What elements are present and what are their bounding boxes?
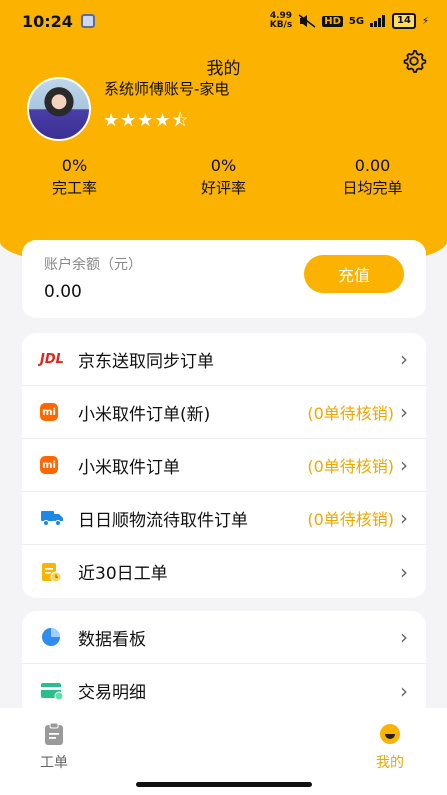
pie-chart-icon bbox=[42, 628, 60, 646]
tools-card: 数据看板 › 交易明细 › bbox=[22, 611, 426, 721]
stat-value: 0% bbox=[61, 156, 88, 175]
hd-badge: HD bbox=[322, 15, 343, 27]
pending-count: (0单待核销) bbox=[307, 457, 394, 476]
mute-icon bbox=[298, 14, 316, 28]
net-speed: 4.99 KB/s bbox=[269, 11, 293, 30]
bottom-tab-bar: 工单 我的 bbox=[0, 708, 447, 795]
stat-label: 完工率 bbox=[51, 179, 97, 197]
tab-label: 工单 bbox=[40, 755, 68, 771]
stat-value: 0.00 bbox=[354, 156, 391, 175]
stat-positive-rate: 0% 好评率 bbox=[149, 155, 298, 199]
truck-icon bbox=[41, 511, 63, 526]
home-indicator bbox=[136, 782, 312, 787]
pending-count: (0单待核销) bbox=[307, 510, 394, 529]
list-item-recent-work-orders[interactable]: 近30日工单 › bbox=[22, 545, 426, 598]
chevron-right-icon: › bbox=[400, 400, 408, 424]
chevron-right-icon: › bbox=[400, 625, 408, 649]
stats-row: 0% 完工率 0% 好评率 0.00 日均完单 bbox=[0, 155, 447, 199]
stat-label: 好评率 bbox=[200, 179, 246, 197]
list-item-rrs-orders[interactable]: 日日顺物流待取件订单 (0单待核销) › bbox=[22, 492, 426, 545]
stat-daily-average: 0.00 日均完单 bbox=[298, 155, 447, 199]
tab-mine[interactable]: 我的 bbox=[360, 722, 420, 772]
list-item-xiaomi-orders-new[interactable]: mi 小米取件订单(新) (0单待核销) › bbox=[22, 386, 426, 439]
clipboard-icon bbox=[45, 722, 63, 745]
list-item-data-dashboard[interactable]: 数据看板 › bbox=[22, 611, 426, 664]
status-indicators: 4.99 KB/s HD 5G 14 ⚡ bbox=[270, 12, 429, 30]
chevron-right-icon: › bbox=[400, 678, 408, 703]
list-item-label: 小米取件订单(新) bbox=[78, 404, 211, 425]
settings-gear-icon[interactable] bbox=[401, 48, 427, 74]
stat-completion-rate: 0% 完工率 bbox=[0, 155, 149, 199]
chevron-right-icon: › bbox=[400, 559, 408, 584]
notification-icon bbox=[80, 14, 95, 28]
chevron-right-icon: › bbox=[400, 506, 408, 530]
tab-label: 我的 bbox=[376, 755, 404, 771]
charging-icon: ⚡ bbox=[421, 15, 429, 27]
stat-value: 0% bbox=[210, 156, 237, 175]
pending-count: (0单待核销) bbox=[307, 404, 394, 423]
list-item-jd-orders[interactable]: JDL 京东送取同步订单 › bbox=[22, 333, 426, 386]
status-time: 10:24 bbox=[22, 11, 73, 31]
list-item-label: 京东送取同步订单 bbox=[78, 351, 214, 372]
list-item-label: 小米取件订单 bbox=[78, 457, 180, 478]
tab-work-orders[interactable]: 工单 bbox=[24, 722, 84, 772]
list-item-xiaomi-orders[interactable]: mi 小米取件订单 (0单待核销) › bbox=[22, 439, 426, 492]
xiaomi-logo-icon: mi bbox=[40, 456, 58, 474]
chevron-right-icon: › bbox=[400, 453, 408, 477]
rating-stars: ★★★★⯪ bbox=[103, 110, 190, 131]
signal-bars-icon bbox=[370, 15, 386, 27]
chevron-right-icon: › bbox=[400, 347, 408, 371]
list-item-label: 近30日工单 bbox=[78, 564, 168, 584]
avatar[interactable] bbox=[27, 77, 91, 141]
jdl-logo-icon: JDL bbox=[40, 351, 64, 367]
stat-label: 日均完单 bbox=[342, 179, 403, 197]
xiaomi-logo-icon: mi bbox=[40, 403, 58, 421]
list-item-label: 交易明细 bbox=[78, 683, 146, 703]
balance-card: 账户余额（元） 0.00 充值 bbox=[22, 240, 426, 318]
list-item-label: 数据看板 bbox=[78, 629, 146, 650]
battery-indicator: 14 bbox=[392, 13, 416, 29]
status-bar: 10:24 4.99 KB/s HD 5G 14 ⚡ bbox=[0, 0, 447, 42]
clipboard-clock-icon bbox=[42, 562, 62, 582]
account-name: 系统师傅账号-家电 bbox=[104, 80, 230, 98]
page-title: 我的 bbox=[206, 59, 241, 79]
recharge-button[interactable]: 充值 bbox=[304, 255, 404, 293]
list-item-label: 日日顺物流待取件订单 bbox=[78, 510, 248, 531]
orders-card: JDL 京东送取同步订单 › mi 小米取件订单(新) (0单待核销) › mi… bbox=[22, 333, 426, 598]
card-icon bbox=[41, 682, 64, 700]
smiley-icon bbox=[380, 724, 400, 744]
signal-label: 5G bbox=[348, 15, 365, 27]
